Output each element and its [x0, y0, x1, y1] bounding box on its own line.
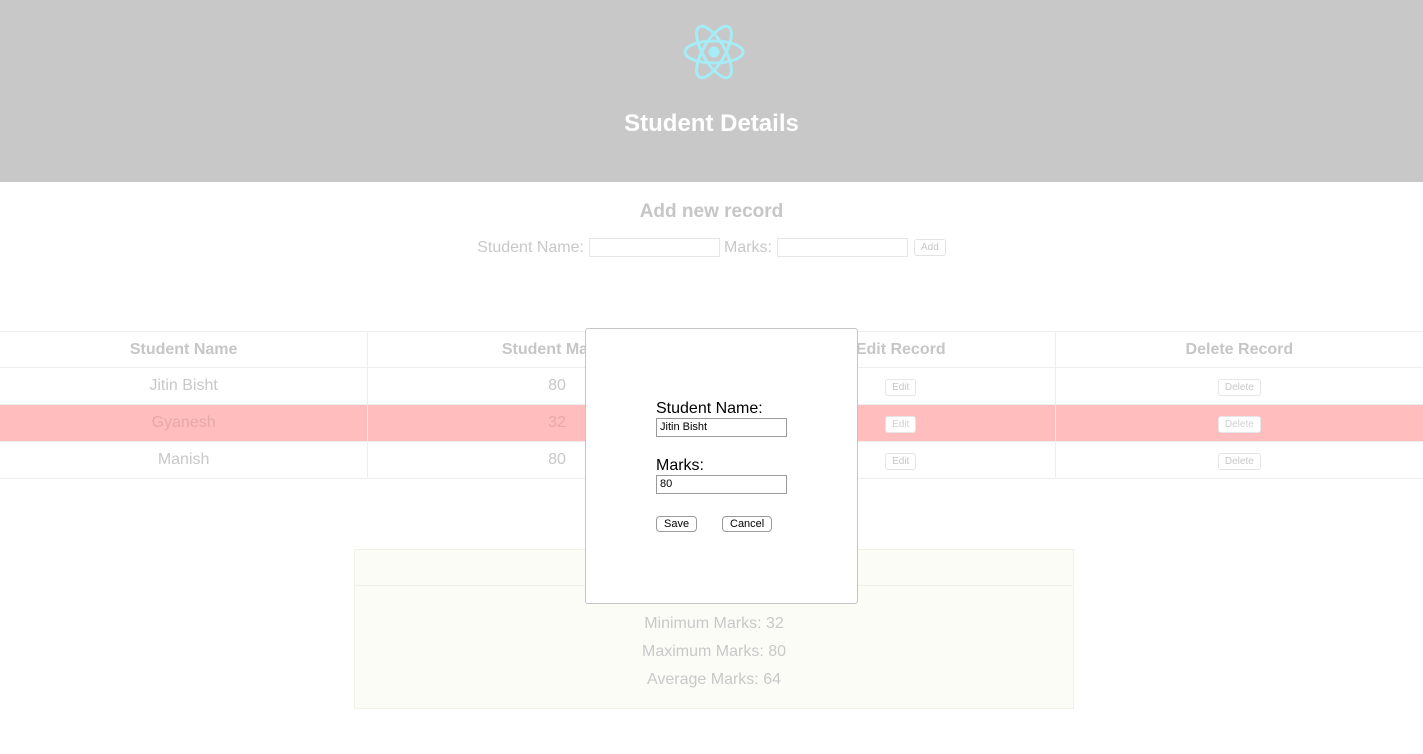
- student-name-input[interactable]: [588, 238, 720, 257]
- app-header: Student Details: [0, 0, 1423, 182]
- edit-record-modal: Student Name: Jitin Bisht Marks: 80 Save…: [585, 328, 858, 604]
- student-name-cell: Jitin Bisht: [0, 367, 368, 405]
- modal-marks-input[interactable]: 80: [656, 475, 787, 494]
- cancel-button[interactable]: Cancel: [722, 516, 773, 532]
- edit-button[interactable]: Edit: [885, 415, 917, 433]
- add-record-title: Add new record: [639, 201, 784, 222]
- delete-button[interactable]: Delete: [1217, 378, 1261, 396]
- column-header-delete-record: Delete Record: [1054, 331, 1423, 368]
- delete-cell: Delete: [1054, 404, 1423, 442]
- student-name-cell: Gyanesh: [0, 404, 368, 442]
- modal-student-name-label: Student Name:: [656, 400, 763, 417]
- marks-label: Marks:: [723, 238, 772, 256]
- delete-cell: Delete: [1054, 367, 1423, 405]
- maximum-marks: Maximum Marks: 80: [641, 643, 787, 660]
- add-record-form: Student Name: Marks: Add: [0, 238, 1423, 257]
- delete-button[interactable]: Delete: [1217, 415, 1261, 433]
- modal-student-name-input[interactable]: Jitin Bisht: [656, 418, 787, 437]
- add-record-section: Add new record Student Name: Marks: Add: [0, 198, 1423, 257]
- column-header-student-name: Student Name: [0, 331, 368, 368]
- modal-marks-label: Marks:: [656, 457, 704, 474]
- student-name-label: Student Name:: [477, 238, 584, 256]
- delete-cell: Delete: [1054, 441, 1423, 479]
- save-button[interactable]: Save: [656, 516, 698, 532]
- marks-input[interactable]: [776, 238, 908, 257]
- react-atom-icon: [683, 24, 745, 80]
- delete-button[interactable]: Delete: [1217, 452, 1261, 470]
- add-button[interactable]: Add: [913, 239, 946, 256]
- page-title: Student Details: [624, 110, 799, 137]
- average-marks: Average Marks: 64: [647, 671, 781, 688]
- minimum-marks: Minimum Marks: 32: [644, 615, 784, 632]
- edit-button[interactable]: Edit: [885, 378, 917, 396]
- edit-button[interactable]: Edit: [885, 452, 917, 470]
- student-name-cell: Manish: [0, 441, 368, 479]
